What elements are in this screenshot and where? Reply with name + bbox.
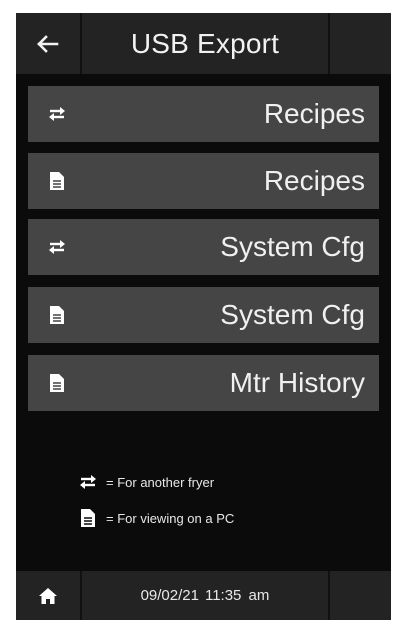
home-button[interactable]: [16, 571, 82, 620]
header-bar: USB Export: [16, 13, 391, 74]
legend-text: = For viewing on a PC: [106, 510, 235, 526]
document-icon: [78, 509, 100, 527]
menu-item-label: System Cfg: [220, 299, 365, 330]
swap-arrows-icon: [46, 236, 68, 258]
menu-item-label: Recipes: [263, 98, 365, 129]
home-icon: [39, 587, 57, 604]
export-recipes-pc-button[interactable]: Recipes: [28, 153, 379, 209]
document-icon: [46, 304, 68, 326]
export-system-cfg-pc-button[interactable]: System Cfg: [28, 287, 379, 343]
legend-viewing-pc: = For viewing on a PC: [78, 509, 234, 527]
page-title: USB Export: [130, 27, 280, 59]
menu-item-label: System Cfg: [220, 231, 365, 262]
date-time: 09/02/21 11:35 am: [82, 571, 328, 620]
footer-right-blank: [328, 571, 391, 620]
menu-item-label: Mtr History: [229, 367, 365, 398]
back-arrow-icon: [37, 34, 59, 53]
usb-export-screen: USB Export Recipes Recipes System Cfg Sy…: [16, 13, 391, 620]
swap-arrows-icon: [78, 474, 100, 490]
time-text: 11:35 am: [204, 587, 270, 604]
header-right-blank: [328, 13, 391, 74]
document-icon: [46, 170, 68, 192]
footer-bar: 09/02/21 11:35 am: [16, 571, 391, 620]
document-icon: [46, 372, 68, 394]
export-recipes-fryer-button[interactable]: Recipes: [28, 86, 379, 142]
legend-another-fryer: = For another fryer: [78, 474, 214, 490]
menu-item-label: Recipes: [263, 165, 365, 196]
legend-text: = For another fryer: [106, 474, 215, 490]
back-button[interactable]: [16, 13, 82, 74]
export-system-cfg-fryer-button[interactable]: System Cfg: [28, 219, 379, 275]
export-mtr-history-pc-button[interactable]: Mtr History: [28, 355, 379, 411]
date-text: 09/02/21: [140, 587, 199, 604]
swap-arrows-icon: [46, 103, 68, 125]
